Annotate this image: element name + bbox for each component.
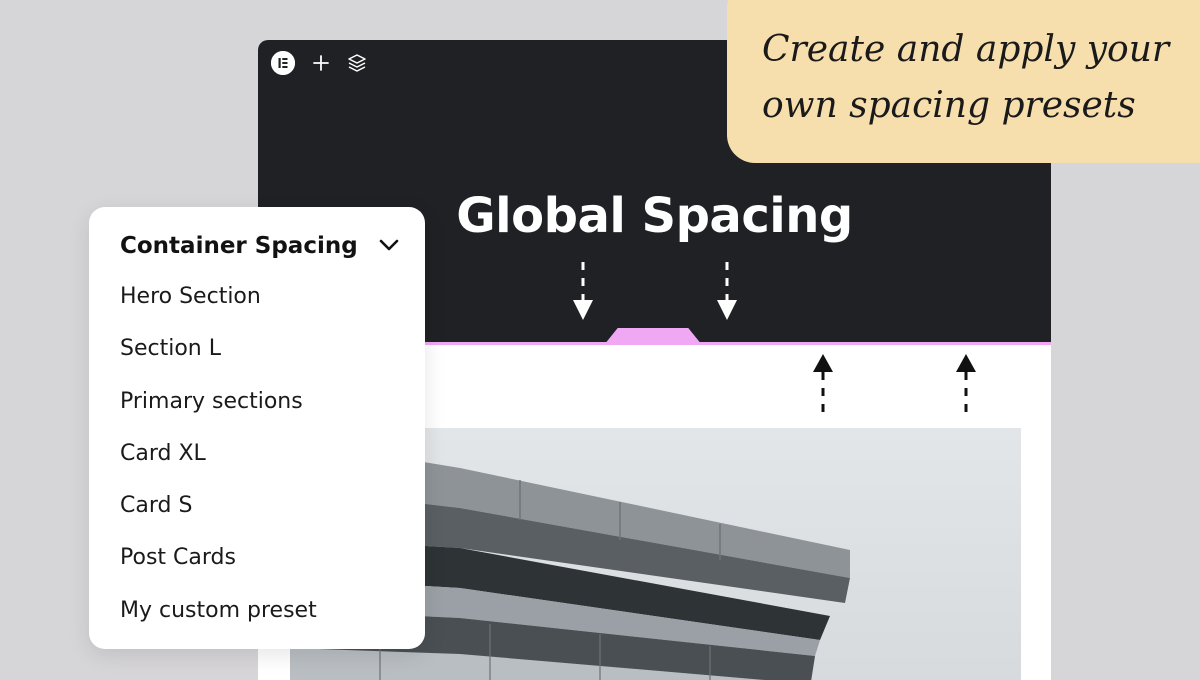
preset-option[interactable]: My custom preset bbox=[120, 593, 317, 645]
arrow-up-icon bbox=[956, 354, 976, 412]
plus-icon[interactable] bbox=[311, 53, 331, 73]
dropdown-header[interactable]: Container Spacing bbox=[120, 229, 400, 263]
callout-line-2: own spacing presets bbox=[762, 85, 1136, 126]
layers-icon[interactable] bbox=[347, 53, 367, 73]
elementor-logo-icon[interactable] bbox=[271, 51, 295, 75]
chevron-down-icon[interactable] bbox=[378, 237, 400, 256]
preset-option[interactable]: Primary sections bbox=[120, 384, 317, 436]
arrow-down-icon bbox=[573, 262, 593, 320]
preset-option[interactable]: Section L bbox=[120, 331, 317, 383]
callout-line-1: Create and apply your bbox=[762, 29, 1170, 70]
preset-option[interactable]: Card XL bbox=[120, 436, 317, 488]
preset-list: Hero Section Section L Primary sections … bbox=[120, 279, 317, 645]
arrow-down-icon bbox=[717, 262, 737, 320]
preset-option[interactable]: Card S bbox=[120, 488, 317, 540]
preset-option[interactable]: Post Cards bbox=[120, 540, 317, 592]
preset-option[interactable]: Hero Section bbox=[120, 279, 317, 331]
spacing-preset-dropdown[interactable]: Container Spacing Hero Section Section L… bbox=[89, 207, 425, 649]
editor-toolbar bbox=[271, 51, 367, 75]
dropdown-title: Container Spacing bbox=[120, 233, 358, 259]
callout-text: Create and apply your own spacing preset… bbox=[762, 22, 1182, 134]
arrow-up-icon bbox=[813, 354, 833, 412]
